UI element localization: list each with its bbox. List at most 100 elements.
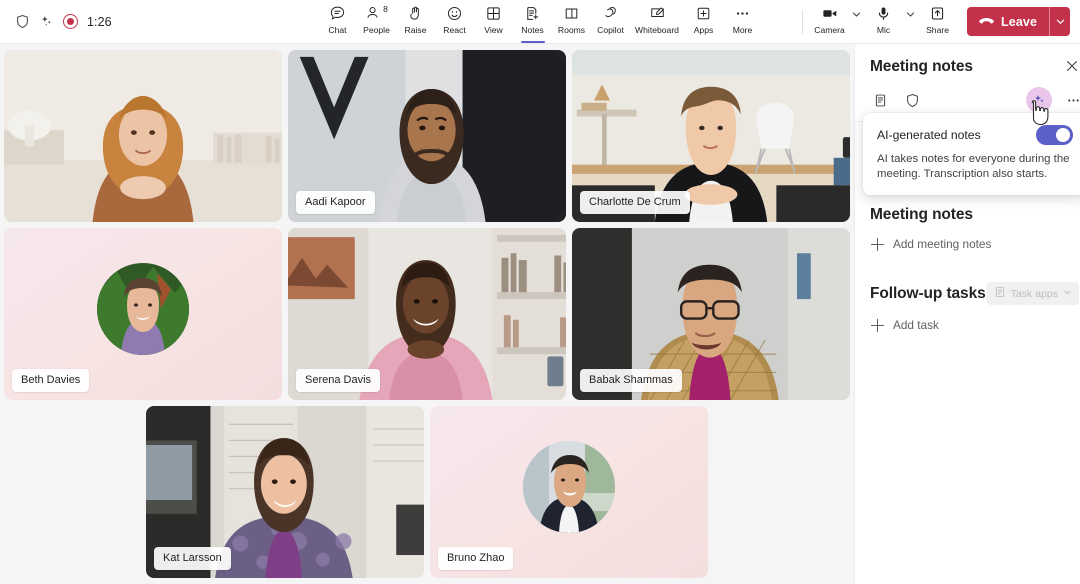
share-up-icon <box>929 4 946 23</box>
plus-icon <box>871 318 884 332</box>
toolbar-label-share: Share <box>926 24 950 35</box>
meeting-notes-panel: Meeting notes Meeting notes Add meeting … <box>854 44 1080 584</box>
sparkle-icon[interactable] <box>39 14 54 29</box>
more-ellipsis-icon <box>734 4 751 23</box>
toolbar-center-actions: Chat 8 People Raise React View Notes Roo… <box>318 0 762 43</box>
camera-control-group: Camera <box>810 0 864 44</box>
leave-button[interactable]: Leave <box>967 7 1070 36</box>
participant-name-label: Bruno Zhao <box>438 547 514 570</box>
toolbar-button-raise[interactable]: Raise <box>396 0 435 44</box>
ai-notes-toggle-row: AI-generated notes <box>877 125 1073 145</box>
participant-tile[interactable]: Babak Shammas <box>572 228 850 400</box>
toolbar-label-copilot: Copilot <box>597 25 624 35</box>
toolbar-left-status: 1:26 <box>0 0 112 43</box>
toolbar-label-whiteboard: Whiteboard <box>635 25 679 35</box>
people-icon: 8 <box>365 4 388 23</box>
close-icon[interactable] <box>1064 58 1080 79</box>
mic-control-group: Mic <box>864 0 918 44</box>
participant-tile[interactable] <box>4 50 282 222</box>
participant-name-label: Kat Larsson <box>154 547 231 570</box>
toolbar-label-chat: Chat <box>328 25 347 35</box>
toolbar-label-people: People <box>363 25 390 35</box>
section-header-row: Follow-up tasks Task apps <box>870 282 1079 305</box>
follow-up-tasks-section: Follow-up tasks Task apps Add task <box>870 260 1079 341</box>
whiteboard-icon <box>649 4 666 23</box>
leave-dropdown-chevron-icon[interactable] <box>1050 7 1070 36</box>
mic-icon <box>875 4 892 23</box>
camera-icon <box>821 4 839 23</box>
toolbar-label-mic: Mic <box>876 24 891 35</box>
more-ellipsis-icon[interactable] <box>1062 89 1080 111</box>
record-icon[interactable] <box>63 14 78 29</box>
toolbar-label-rooms: Rooms <box>557 25 586 35</box>
camera-dropdown-chevron-icon[interactable] <box>849 0 864 44</box>
add-meeting-notes-label: Add meeting notes <box>893 237 992 251</box>
section-heading: Follow-up tasks <box>870 284 986 302</box>
add-task-button[interactable]: Add task <box>870 305 1079 341</box>
toolbar-divider <box>802 9 804 34</box>
video-feed <box>4 50 282 222</box>
toolbar-button-view[interactable]: View <box>474 0 513 44</box>
task-apps-button[interactable]: Task apps <box>986 282 1079 305</box>
add-meeting-notes-button[interactable]: Add meeting notes <box>870 224 1079 260</box>
chat-icon <box>329 4 346 23</box>
toolbar-right-controls: Camera Mic Share Leave <box>795 0 1070 43</box>
task-list-icon <box>994 286 1006 301</box>
participant-tile-active-speaker[interactable]: Charlotte De Crum <box>572 50 850 222</box>
participant-tile-avatar[interactable]: Beth Davies <box>4 228 282 400</box>
ai-sparkle-icon[interactable] <box>1026 87 1052 113</box>
toolbar-button-apps[interactable]: Apps <box>684 0 723 44</box>
participant-name-label: Charlotte De Crum <box>580 191 690 214</box>
toolbar-button-rooms[interactable]: Rooms <box>552 0 591 44</box>
meeting-timer: 1:26 <box>87 14 112 29</box>
toolbar-button-more[interactable]: More <box>723 0 762 44</box>
participant-name-label: Babak Shammas <box>580 369 682 392</box>
avatar <box>523 440 615 533</box>
meeting-body: Aadi Kapoor Charlotte De Crum Beth Davie… <box>0 44 1080 584</box>
view-grid-icon <box>485 4 502 23</box>
toolbar-button-camera[interactable]: Camera <box>810 0 849 44</box>
toolbar-label-more: More <box>732 25 753 35</box>
raise-hand-icon <box>407 4 424 23</box>
participant-tile[interactable]: Kat Larsson <box>146 406 424 578</box>
toolbar-button-notes[interactable]: Notes <box>513 0 552 44</box>
toolbar-button-copilot[interactable]: Copilot <box>591 0 630 44</box>
video-stage: Aadi Kapoor Charlotte De Crum Beth Davie… <box>0 44 854 584</box>
toolbar-label-raise: Raise <box>404 25 427 35</box>
section-heading: Meeting notes <box>870 206 973 223</box>
chevron-down-icon <box>1063 288 1072 300</box>
ai-notes-description: AI takes notes for everyone during the m… <box>877 153 1070 180</box>
task-apps-label: Task apps <box>1010 287 1058 300</box>
leave-main[interactable]: Leave <box>967 7 1049 36</box>
shield-icon[interactable] <box>15 14 30 29</box>
meeting-toolbar: 1:26 Chat 8 People Raise React View Note… <box>0 0 1080 44</box>
participant-tile-avatar[interactable]: Bruno Zhao <box>430 406 708 578</box>
toolbar-button-whiteboard[interactable]: Whiteboard <box>630 0 684 44</box>
add-task-label: Add task <box>893 318 939 332</box>
toolbar-label-view: View <box>484 25 503 35</box>
participant-tile[interactable]: Serena Davis <box>288 228 566 400</box>
shield-icon[interactable] <box>901 89 923 111</box>
plus-icon <box>871 237 884 251</box>
toolbar-button-mic[interactable]: Mic <box>864 0 903 44</box>
toolbar-button-react[interactable]: React <box>435 0 474 44</box>
toolbar-button-share[interactable]: Share <box>918 0 957 44</box>
notes-doc-icon[interactable] <box>869 89 891 111</box>
participant-name-label: Serena Davis <box>296 369 381 392</box>
notes-icon <box>524 4 541 23</box>
section-header-row: Meeting notes <box>870 206 1079 224</box>
ai-notes-toggle[interactable] <box>1036 125 1073 145</box>
toolbar-button-chat[interactable]: Chat <box>318 0 357 44</box>
toolbar-button-people[interactable]: 8 People <box>357 0 396 44</box>
participant-row: Kat Larsson Bruno Zhao <box>4 406 850 578</box>
teams-meeting-window: 1:26 Chat 8 People Raise React View Note… <box>0 0 1080 584</box>
people-count: 8 <box>383 4 388 14</box>
participant-row: Beth Davies Serena Davis Babak Shammas <box>4 228 850 400</box>
mic-dropdown-chevron-icon[interactable] <box>903 0 918 44</box>
hangup-icon <box>978 16 995 27</box>
toolbar-label-camera: Camera <box>814 24 845 35</box>
toolbar-label-react: React <box>443 25 466 35</box>
toolbar-label-apps: Apps <box>693 25 714 35</box>
participant-tile[interactable]: Aadi Kapoor <box>288 50 566 222</box>
react-smiley-icon <box>446 4 463 23</box>
